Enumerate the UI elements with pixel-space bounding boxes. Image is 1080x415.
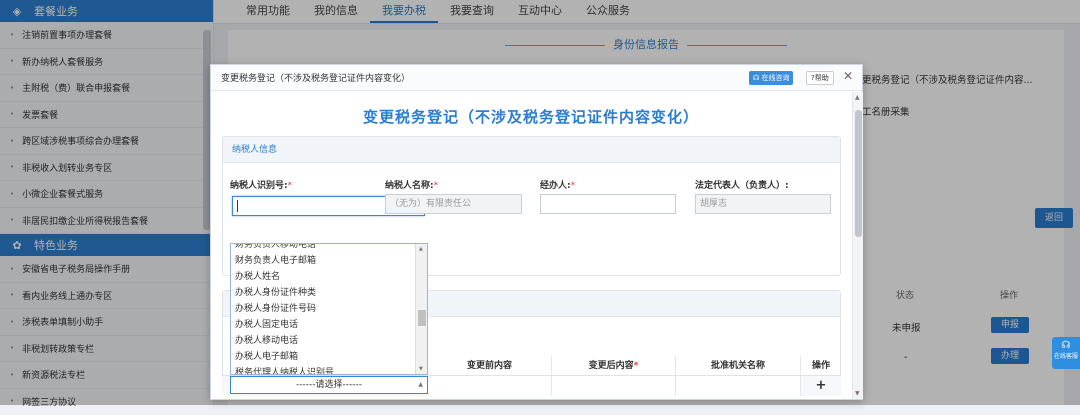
dropdown-option-label: 税务代理人纳税人识别号	[235, 368, 334, 375]
dropdown-option[interactable]: 办税人姓名	[231, 269, 427, 285]
col-after: 变更后内容*	[552, 356, 676, 375]
dialog-header: 变更税务登记（不涉及税务登记证件内容变化） ☊ 在线咨询 ?帮助 ✕	[211, 65, 862, 91]
dropdown-option-label: 办税人身份证件种类	[235, 288, 316, 298]
dropdown-option[interactable]: 办税人身份证件种类	[231, 285, 427, 301]
dropdown-option-label: 办税人身份证件号码	[235, 304, 316, 314]
float-help-label: 在线客服	[1052, 351, 1080, 360]
dropdown-option[interactable]: 办税人身份证件号码	[231, 301, 427, 317]
dropdown-option[interactable]: 财务负责人电子邮箱	[231, 253, 427, 269]
col-authority: 批准机关名称	[676, 356, 801, 375]
form-main-title: 变更税务登记（不涉及税务登记证件内容变化）	[211, 106, 851, 127]
dialog-scrollbar[interactable]: ▲ ▼	[852, 92, 863, 399]
authority-cell[interactable]	[676, 376, 801, 396]
dropdown-option[interactable]: 办税人电子邮箱	[231, 349, 427, 365]
taxpayer-name-label: 纳税人名称:*	[385, 178, 438, 191]
dropdown-option[interactable]: 财务负责人移动电话	[231, 243, 427, 253]
col-action: 操作	[801, 356, 841, 375]
panel-title: 纳税人信息	[223, 137, 840, 163]
select-placeholder: ------请选择------	[296, 380, 362, 390]
dropdown-option-label: 办税人电子邮箱	[235, 352, 298, 362]
dropdown-option[interactable]: 税务代理人纳税人识别号	[231, 365, 427, 375]
col-before: 变更前内容	[428, 356, 552, 375]
legal-rep-input: 胡厚志	[695, 194, 831, 214]
online-service-float[interactable]: ☊ 在线客服	[1052, 337, 1080, 369]
online-consult-button[interactable]: ☊ 在线咨询	[749, 71, 793, 85]
dropdown-option-label: 办税人固定电话	[235, 320, 298, 330]
add-row-button[interactable]: +	[801, 376, 841, 396]
dialog-body: 变更税务登记（不涉及税务登记证件内容变化） 纳税人信息 纳税人识别号:* 纳税人…	[211, 92, 851, 399]
close-icon[interactable]: ✕	[843, 69, 853, 83]
dialog-scroll-thumb[interactable]	[855, 110, 862, 237]
before-value-cell[interactable]	[428, 376, 552, 396]
scroll-down-icon[interactable]: ▼	[419, 366, 423, 372]
taxpayer-id-label: 纳税人识别号:*	[230, 178, 292, 191]
online-consult-label: 在线咨询	[761, 74, 789, 82]
help-button[interactable]: ?帮助	[806, 71, 834, 85]
scroll-up-icon[interactable]: ▲	[419, 246, 423, 252]
scroll-down-icon[interactable]: ▼	[855, 390, 860, 397]
dropdown-option[interactable]: 办税人固定电话	[231, 317, 427, 333]
dropdown-scrollbar[interactable]: ▲ ▼	[415, 244, 427, 374]
legal-rep-label: 法定代表人（负责人）:	[695, 178, 789, 191]
change-item-select[interactable]: ------请选择------ ▲	[230, 376, 428, 394]
dropdown-option-label: 财务负责人电子邮箱	[235, 256, 316, 266]
taxpayer-name-input: （无为）有限责任公	[385, 194, 522, 214]
handler-input[interactable]	[540, 194, 676, 214]
dropdown-option[interactable]: 办税人移动电话	[231, 333, 427, 349]
handler-label: 经办人:*	[540, 178, 575, 191]
dropdown-scroll-thumb[interactable]	[418, 310, 426, 326]
dialog-title: 变更税务登记（不涉及税务登记证件内容变化）	[221, 71, 410, 84]
help-label: 帮助	[815, 74, 829, 82]
dropdown-option-label: 办税人姓名	[235, 272, 280, 282]
chevron-up-icon: ▲	[418, 377, 423, 393]
change-item-dropdown[interactable]: 财务负责人移动电话财务负责人电子邮箱办税人姓名办税人身份证件种类办税人身份证件号…	[230, 243, 428, 375]
scroll-up-icon[interactable]: ▲	[855, 94, 860, 101]
dropdown-option-label: 财务负责人移动电话	[235, 243, 316, 250]
dropdown-option-label: 办税人移动电话	[235, 336, 298, 346]
after-value-cell[interactable]	[552, 376, 676, 396]
change-registration-dialog: 变更税务登记（不涉及税务登记证件内容变化） ☊ 在线咨询 ?帮助 ✕ 变更税务登…	[210, 64, 863, 400]
headset-icon: ☊	[1052, 340, 1080, 351]
